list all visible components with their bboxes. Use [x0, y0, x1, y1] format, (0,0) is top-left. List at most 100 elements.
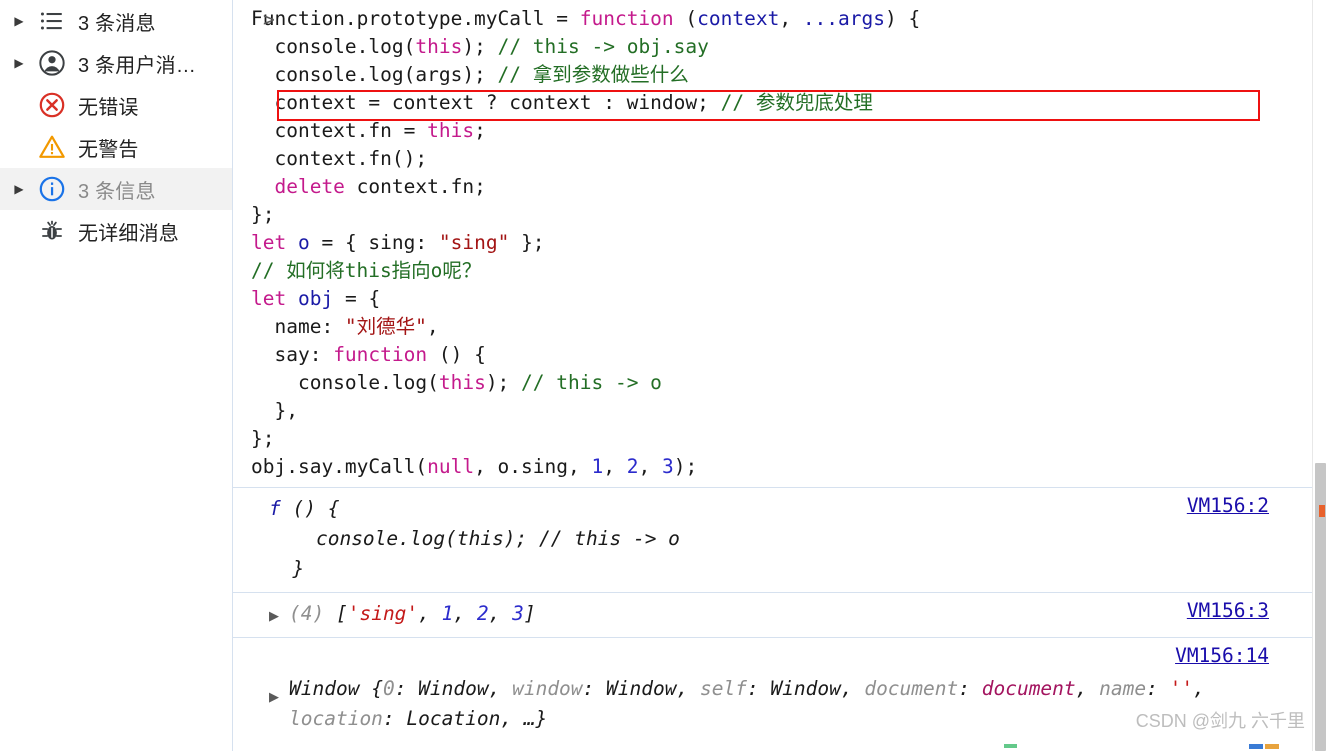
scrollbar-error-marker [1319, 505, 1325, 517]
devtools-console-window: ▶ 3 条消息 ▶ 3 条用户消… 无错误 无警告 ▶ 3 条信息 无详细消息 … [0, 0, 1327, 751]
sidebar-item-label: 3 条信息 [78, 180, 156, 203]
sidebar-item-info[interactable]: ▶ 3 条信息 [0, 168, 232, 210]
code-token: = { [333, 287, 381, 310]
code-token: let [251, 231, 287, 254]
code-line: name: "刘德华", [233, 313, 1327, 341]
sidebar-item-messages[interactable]: ▶ 3 条消息 [0, 0, 232, 42]
code-token: // 参数兜底处理 [720, 91, 873, 114]
watermark: CSDN @剑九 六千里 [1135, 711, 1305, 731]
vertical-scrollbar[interactable] [1312, 0, 1327, 751]
edge-artifact-blue [1249, 744, 1263, 749]
console-result-list: f () { console.log(this); // this -> o }… [233, 487, 1327, 742]
code-token: }; [509, 231, 545, 254]
result-token: : Location, …} [382, 707, 548, 730]
code-line: context.fn = this; [233, 117, 1327, 145]
code-token: null [427, 455, 475, 478]
code-token: let [251, 287, 287, 310]
console-input-expression[interactable]: > Function.prototype.myCall = function (… [233, 0, 1327, 487]
code-line: delete context.fn; [233, 173, 1327, 201]
result-token: : [958, 677, 982, 700]
code-token: console.log( [251, 35, 416, 58]
result-token: 2 [476, 602, 489, 625]
code-token: console.log(args); [251, 63, 498, 86]
result-token: self [699, 677, 747, 700]
result-token: 'sing' [347, 602, 419, 625]
list-icon [32, 8, 72, 34]
code-token: }; [251, 427, 275, 450]
console-output-area[interactable]: > Function.prototype.myCall = function (… [233, 0, 1327, 751]
result-token: 3 [512, 602, 524, 625]
result-token: : Window, [582, 677, 700, 700]
user-icon [32, 49, 72, 77]
error-icon [32, 91, 72, 119]
prompt-caret: > [263, 8, 275, 31]
result-token: , [453, 602, 477, 625]
chevron-right-icon[interactable]: ▶ [6, 15, 32, 27]
code-line: console.log(this); // this -> obj.say [233, 33, 1327, 61]
result-token: : Window, [394, 677, 513, 700]
info-icon [32, 175, 72, 203]
sidebar-item-errors[interactable]: ▶ 无错误 [0, 84, 232, 126]
code-token: // this -> obj.say [497, 35, 709, 58]
code-line: }; [233, 425, 1327, 453]
code-line: // 如何将this指向o呢？ [233, 257, 1327, 285]
result-token: () { console.log(this); // this -> o } [292, 497, 680, 580]
code-token: ); [462, 35, 498, 58]
code-token: context.fn = [251, 119, 428, 142]
code-token: context [697, 7, 780, 30]
code-token: ); [673, 455, 698, 478]
chevron-right-icon[interactable]: ▶ [6, 183, 32, 195]
code-line: context = context ? context : window; //… [233, 89, 1327, 117]
code-token: // this -> o [521, 371, 662, 394]
code-line: }, [233, 397, 1327, 425]
code-token: , [603, 455, 627, 478]
result-token: : [1146, 677, 1170, 700]
sidebar-item-user-messages[interactable]: ▶ 3 条用户消… [0, 42, 232, 84]
code-token: , [779, 7, 803, 30]
sidebar-item-label: 3 条消息 [78, 12, 156, 35]
code-token: context.fn; [344, 175, 486, 198]
result-token: Window [289, 677, 372, 700]
result-token: window [512, 677, 583, 700]
source-link[interactable]: VM156:14 [1175, 644, 1269, 667]
code-line: }; [233, 201, 1327, 229]
source-link[interactable]: VM156:3 [1187, 599, 1269, 622]
sidebar-item-verbose[interactable]: ▶ 无详细消息 [0, 210, 232, 252]
code-token: }, [251, 399, 298, 422]
verbose-icon [32, 218, 72, 244]
result-token: 1 [441, 602, 454, 625]
console-result-row[interactable]: ▶ (4) ['sing', 1, 2, 3] VM156:3 [233, 592, 1327, 637]
code-token: o [297, 231, 310, 254]
code-token: = { sing: [309, 231, 439, 254]
code-line: let obj = { [233, 285, 1327, 313]
console-result-row[interactable]: f () { console.log(this); // this -> o }… [233, 487, 1327, 592]
code-token: ); [485, 371, 522, 394]
code-lines: Function.prototype.myCall = function (co… [233, 5, 1327, 481]
code-token: , [426, 315, 439, 338]
warning-icon [32, 133, 72, 161]
code-line: console.log(this); // this -> o [233, 369, 1327, 397]
result-token: name [1099, 677, 1147, 700]
code-token: this [427, 119, 475, 142]
result-text: f () { console.log(this); // this -> o } [233, 494, 1327, 584]
result-token: document [864, 677, 959, 700]
result-token: , [1075, 677, 1100, 700]
expand-triangle-icon[interactable]: ▶ [269, 690, 279, 703]
code-token: context = context ? context : window; [251, 91, 721, 114]
expand-triangle-icon[interactable]: ▶ [269, 609, 279, 622]
code-token: "sing" [438, 231, 510, 254]
code-line: say: function () { [233, 341, 1327, 369]
chevron-right-icon[interactable]: ▶ [6, 57, 32, 69]
edge-artifact-green [1004, 744, 1017, 748]
code-token: obj [297, 287, 334, 310]
sidebar-item-label: 无详细消息 [78, 222, 179, 245]
code-token: this [438, 371, 486, 394]
sidebar-item-warnings[interactable]: ▶ 无警告 [0, 126, 232, 168]
code-token: delete [274, 175, 345, 198]
code-token: Function.prototype.myCall = [251, 7, 580, 30]
source-link[interactable]: VM156:2 [1187, 494, 1269, 517]
code-token: 2 [626, 455, 639, 478]
sidebar-item-label: 无错误 [78, 96, 139, 119]
result-token: , [1193, 677, 1217, 700]
